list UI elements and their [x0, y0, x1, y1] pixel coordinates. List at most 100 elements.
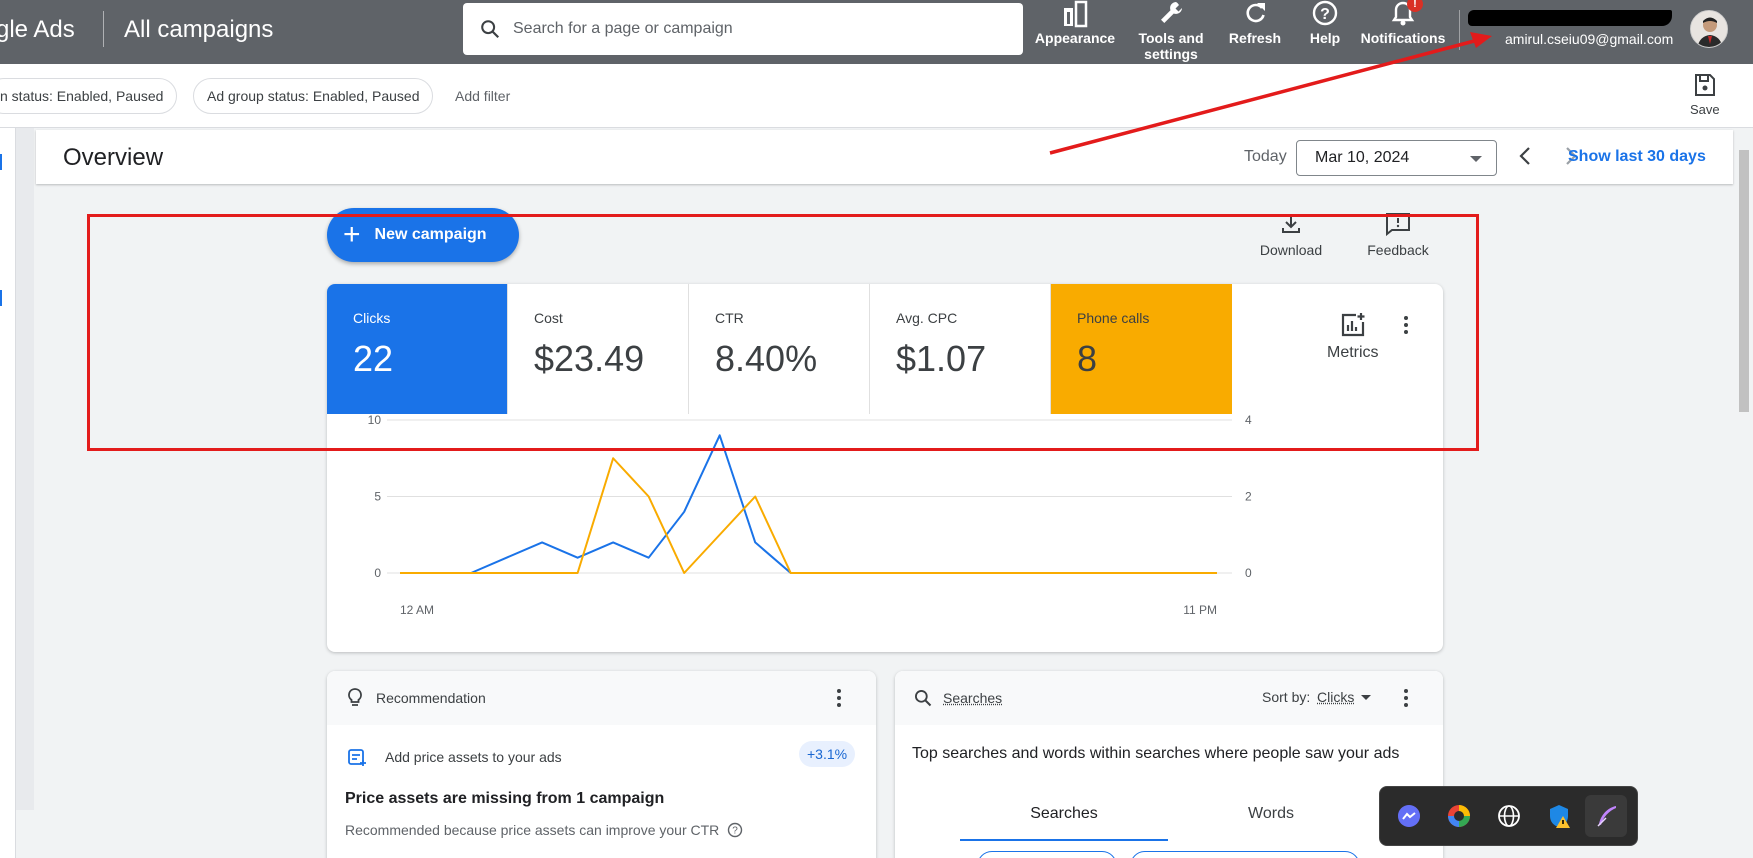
metric-phone-calls[interactable]: Phone calls 8 — [1051, 284, 1232, 414]
rail-indicator — [0, 290, 2, 306]
search-input[interactable] — [513, 20, 993, 38]
metric-cost[interactable]: Cost $23.49 — [508, 284, 689, 414]
google-photos-icon[interactable] — [1446, 803, 1472, 829]
appearance-button[interactable]: Appearance — [1032, 0, 1118, 46]
metric-avg-cpc[interactable]: Avg. CPC $1.07 — [870, 284, 1051, 414]
show-last-30-days-link[interactable]: Show last 30 days — [1568, 148, 1706, 166]
feather-pen-icon[interactable] — [1594, 803, 1620, 829]
chevron-left-icon[interactable] — [1514, 144, 1538, 168]
tab-searches[interactable]: Searches — [960, 805, 1168, 823]
active-tab-indicator — [960, 839, 1168, 841]
tools-and-settings-button[interactable]: Tools and settings — [1130, 0, 1212, 62]
sort-by-dropdown[interactable]: Clicks — [1317, 689, 1354, 705]
search-term-chip[interactable] — [1130, 851, 1360, 858]
security-warning-icon[interactable] — [1546, 803, 1572, 829]
feedback-label: Feedback — [1367, 242, 1428, 258]
metrics-label: Metrics — [1327, 344, 1379, 361]
download-button[interactable]: Download — [1258, 212, 1324, 258]
y-axis-right-tick-label: 4 — [1245, 414, 1252, 427]
refresh-button[interactable]: Refresh — [1225, 0, 1285, 46]
searches-title[interactable]: Searches — [943, 690, 1002, 706]
overview-title: Overview — [63, 144, 163, 172]
recommendation-header: Recommendation — [327, 671, 876, 725]
more-options-icon[interactable] — [1403, 316, 1409, 338]
today-label: Today — [1244, 148, 1287, 166]
recommendation-reason: Recommended because price assets can imp… — [345, 822, 743, 838]
recommendation-reason-text: Recommended because price assets can imp… — [345, 822, 719, 838]
scrollbar-thumb[interactable] — [1739, 150, 1749, 412]
recommendation-item[interactable]: Add price assets to your ads — [385, 749, 562, 765]
svg-text:?: ? — [732, 826, 738, 837]
feedback-button[interactable]: Feedback — [1365, 212, 1431, 258]
left-scrollbar[interactable] — [16, 128, 34, 810]
download-label: Download — [1260, 242, 1322, 258]
messenger-icon[interactable] — [1396, 803, 1422, 829]
redacted-account-name — [1468, 10, 1672, 26]
search-icon — [913, 688, 933, 708]
refresh-label: Refresh — [1229, 30, 1281, 46]
recommendation-card: Recommendation Add price assets to your … — [327, 671, 876, 858]
date-range-selector[interactable]: Mar 10, 2024 — [1296, 140, 1497, 176]
more-options-icon[interactable] — [1403, 689, 1409, 711]
y-axis-right-tick-label: 0 — [1245, 566, 1252, 580]
more-options-icon[interactable] — [836, 689, 842, 711]
y-axis-left-tick-label: 10 — [368, 414, 382, 427]
overview-header: Overview Today Mar 10, 2024 Show last 30… — [36, 130, 1733, 184]
notifications-button[interactable]: ! Notifications — [1360, 0, 1446, 46]
help-button[interactable]: ? Help — [1303, 0, 1347, 46]
help-icon: ? — [1312, 0, 1338, 28]
caret-down-icon[interactable] — [1361, 695, 1371, 700]
refresh-icon — [1243, 0, 1267, 28]
save-button[interactable]: Save — [1690, 72, 1720, 117]
lightbulb-icon — [345, 687, 365, 709]
right-scrollbar[interactable] — [1735, 128, 1753, 858]
searches-description: Top searches and words within searches w… — [912, 742, 1412, 765]
new-campaign-button[interactable]: + New campaign — [327, 208, 519, 262]
tools-label-line1: Tools and — [1130, 30, 1212, 46]
notifications-label: Notifications — [1361, 30, 1446, 46]
account-email[interactable]: amirul.cseiu09@gmail.com — [1505, 31, 1673, 47]
series-line-clicks — [400, 435, 1217, 573]
metric-ctr[interactable]: CTR 8.40% — [689, 284, 870, 414]
svg-text:?: ? — [1320, 6, 1330, 23]
recommendation-title: Recommendation — [376, 690, 486, 706]
feedback-icon — [1385, 212, 1411, 236]
search-icon — [479, 18, 501, 40]
brand-logo-text[interactable]: gle Ads — [0, 16, 75, 44]
performance-line-chart: 10 5 0 4 2 0 12 AM 11 PM — [327, 414, 1443, 652]
campaign-status-filter-chip[interactable]: n status: Enabled, Paused — [0, 78, 177, 114]
tab-words[interactable]: Words — [1167, 805, 1375, 823]
searches-header: Searches Sort by: Clicks — [895, 671, 1443, 725]
help-label: Help — [1310, 30, 1340, 46]
search-box[interactable] — [463, 3, 1023, 55]
taskbar-tray-popup — [1379, 786, 1638, 846]
globe-icon[interactable] — [1496, 803, 1522, 829]
left-navigation-rail — [0, 128, 16, 858]
rail-indicator — [0, 154, 2, 170]
price-asset-icon — [347, 747, 367, 767]
sort-by-label: Sort by: — [1262, 689, 1310, 705]
top-app-bar: gle Ads All campaigns Appearance Tools a… — [0, 0, 1753, 64]
metric-value: 22 — [353, 338, 507, 380]
avatar[interactable] — [1690, 10, 1728, 48]
save-icon — [1693, 72, 1717, 98]
topbar-divider — [1459, 10, 1460, 50]
appearance-icon — [1062, 0, 1088, 28]
metric-label: Phone calls — [1077, 310, 1232, 326]
metric-clicks[interactable]: Clicks 22 — [327, 284, 508, 414]
page-title: All campaigns — [124, 16, 273, 44]
notification-badge: ! — [1407, 0, 1423, 12]
metric-value: 8.40% — [715, 338, 869, 380]
metric-value: 8 — [1077, 338, 1232, 380]
search-term-chip[interactable] — [977, 851, 1117, 858]
y-axis-right-tick-label: 2 — [1245, 490, 1252, 504]
x-axis-tick-label: 11 PM — [1183, 603, 1217, 617]
add-filter-button[interactable]: Add filter — [455, 88, 510, 104]
save-label: Save — [1690, 102, 1720, 117]
help-icon[interactable]: ? — [727, 822, 743, 838]
x-axis-tick-label: 12 AM — [400, 603, 434, 617]
metric-value: $23.49 — [534, 338, 688, 380]
ad-group-status-filter-chip[interactable]: Ad group status: Enabled, Paused — [193, 78, 433, 114]
metrics-button[interactable]: Metrics — [1327, 312, 1379, 362]
plus-icon: + — [343, 220, 361, 250]
